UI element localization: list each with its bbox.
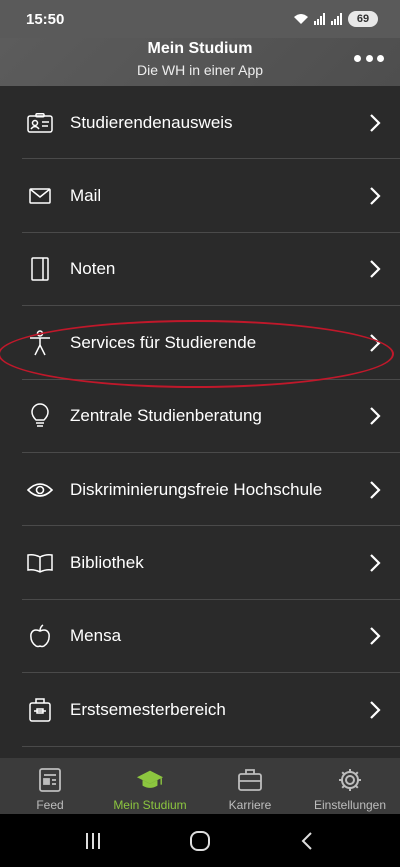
chevron-right-icon — [370, 260, 381, 279]
menu-item-diskriminierungsfrei[interactable]: Diskriminierungsfreie Hochschule — [0, 453, 400, 527]
apple-icon — [26, 622, 54, 650]
tab-feed[interactable]: Feed — [0, 758, 100, 814]
gear-icon — [336, 766, 364, 794]
menu-item-erstsemester[interactable]: Erstsemesterbereich — [0, 673, 400, 747]
tab-label: Einstellungen — [313, 798, 387, 812]
briefcase-icon — [236, 766, 264, 794]
menu-item-label: Bibliothek — [70, 553, 144, 573]
chevron-right-icon — [370, 407, 381, 426]
recent-apps-icon[interactable] — [73, 821, 113, 861]
notebook-icon — [26, 255, 54, 283]
menu-item-studienberatung[interactable]: Zentrale Studienberatung — [0, 380, 400, 454]
tab-label: Feed — [36, 798, 64, 812]
status-bar: 15:50 69 — [0, 0, 400, 38]
page-title: Mein Studium — [147, 40, 253, 57]
tab-label: Karriere — [228, 798, 272, 812]
lightbulb-icon — [26, 402, 54, 430]
status-time: 15:50 — [26, 10, 65, 28]
person-icon — [26, 329, 54, 357]
tab-karriere[interactable]: Karriere — [200, 758, 300, 814]
menu-item-mensa[interactable]: Mensa — [0, 600, 400, 674]
mail-icon — [26, 182, 54, 210]
more-options-button[interactable] — [354, 48, 384, 68]
status-icons: 69 — [293, 11, 378, 27]
menu-item-bibliothek[interactable]: Bibliothek — [0, 526, 400, 601]
menu-item-label: Mail — [70, 186, 102, 206]
menu-item-label: Services für Studierende — [70, 332, 257, 352]
back-icon[interactable] — [287, 821, 327, 861]
menu-item-label: Erstsemesterbereich — [70, 699, 226, 719]
menu-item-label: Studierendenausweis — [70, 112, 233, 132]
menu-item-studierendenausweis[interactable]: Studierendenausweis — [0, 86, 400, 160]
menu-item-label: Zentrale Studienberatung — [70, 406, 262, 426]
chevron-right-icon — [370, 334, 381, 352]
chevron-right-icon — [370, 480, 381, 499]
chevron-right-icon — [370, 701, 381, 719]
app-header: Mein Studium Die WH in einer App — [0, 38, 400, 86]
chevron-right-icon — [370, 113, 381, 132]
home-icon[interactable] — [180, 821, 220, 861]
book-icon — [26, 549, 54, 577]
feed-icon — [36, 766, 64, 794]
menu-item-services[interactable]: Services für Studierende — [0, 306, 400, 380]
graduation-cap-icon — [136, 766, 164, 794]
tab-label: Mein Studium — [113, 798, 187, 812]
wifi-icon — [294, 14, 308, 24]
bag-icon — [26, 696, 54, 724]
bottom-tab-bar: Feed Mein Studium Karriere Einstellungen — [0, 758, 400, 814]
chevron-right-icon — [370, 554, 381, 572]
page-subtitle: Die WH in einer App — [136, 62, 264, 78]
menu-list: Studierendenausweis Mail Noten Services … — [0, 86, 400, 758]
system-nav-bar — [0, 814, 400, 867]
more-horizontal-icon — [354, 54, 361, 62]
battery-icon: 69 — [348, 11, 378, 27]
chevron-right-icon — [370, 627, 381, 646]
menu-item-label: Mensa — [70, 626, 122, 646]
chevron-right-icon — [370, 187, 381, 205]
id-card-icon — [26, 109, 54, 137]
menu-item-noten[interactable]: Noten — [0, 233, 400, 307]
tab-einstellungen[interactable]: Einstellungen — [300, 758, 400, 814]
tab-mein-studium[interactable]: Mein Studium — [100, 758, 200, 814]
menu-item-label: Diskriminierungsfreie Hochschule — [70, 479, 323, 499]
eye-icon — [26, 476, 54, 504]
menu-item-mail[interactable]: Mail — [0, 159, 400, 234]
signal-icon — [331, 13, 342, 25]
menu-item-label: Noten — [70, 259, 116, 279]
signal-icon — [314, 13, 325, 25]
